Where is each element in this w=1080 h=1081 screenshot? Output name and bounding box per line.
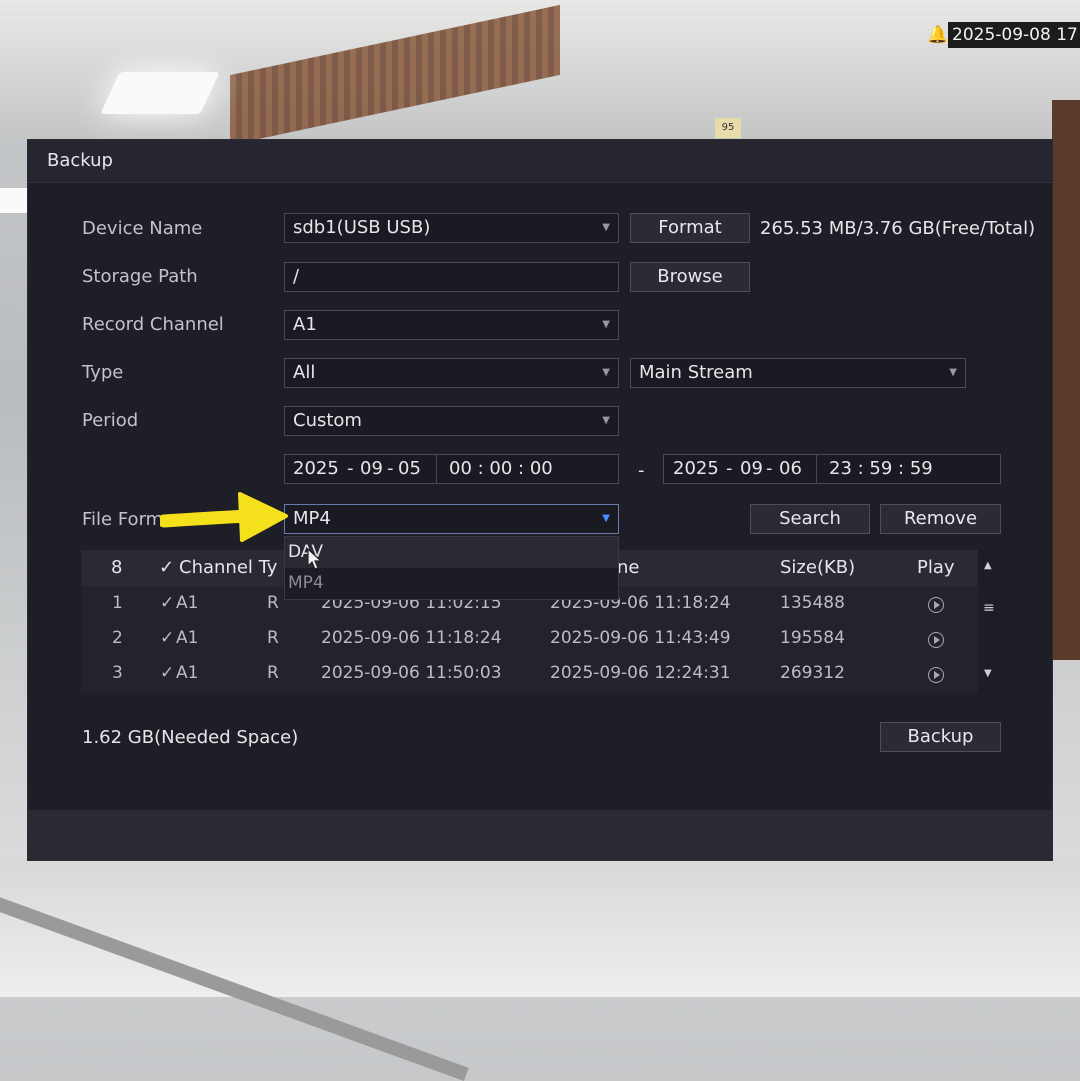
row-index: 3	[112, 663, 123, 683]
device-capacity: 265.53 MB/3.76 GB(Free/Total)	[760, 218, 1036, 239]
field-divider	[436, 455, 437, 483]
camera-feed-wall	[1052, 100, 1080, 660]
type-select[interactable]: All ▼	[284, 358, 619, 388]
table-row[interactable]: 2 ✓ A1 R 2025-09-06 11:18:24 2025-09-06 …	[81, 621, 978, 656]
stream-select[interactable]: Main Stream ▼	[630, 358, 966, 388]
date-separator: -	[347, 458, 354, 479]
header-end-time: ne	[617, 557, 640, 578]
period-select[interactable]: Custom ▼	[284, 406, 619, 436]
type-value: All	[293, 362, 316, 383]
file-format-option-mp4[interactable]: MP4	[285, 568, 618, 599]
row-checkbox[interactable]: ✓	[160, 663, 174, 683]
device-name-value: sdb1(USB USB)	[293, 217, 431, 238]
chevron-down-icon: ▼	[602, 319, 610, 330]
file-format-label: File Form	[82, 509, 164, 530]
needed-space: 1.62 GB(Needed Space)	[82, 727, 299, 748]
file-format-value: MP4	[293, 508, 331, 529]
play-icon[interactable]	[928, 597, 944, 613]
start-datetime-input[interactable]: 2025 - 09 - 05 00 : 00 : 00	[284, 454, 619, 484]
file-format-option-dav[interactable]: DAV	[285, 537, 618, 568]
dialog-title: Backup	[47, 150, 113, 171]
row-channel: A1	[176, 593, 199, 613]
period-range-separator: -	[638, 460, 645, 481]
row-end-time: 2025-09-06 12:24:31	[550, 663, 731, 683]
play-icon[interactable]	[928, 632, 944, 648]
start-month[interactable]: 09	[360, 455, 383, 483]
storage-path-value: /	[293, 266, 300, 287]
record-channel-value: A1	[293, 314, 317, 335]
row-channel: A1	[176, 663, 199, 683]
row-checkbox[interactable]: ✓	[160, 628, 174, 648]
end-month[interactable]: 09	[740, 455, 763, 483]
dialog-footer-bar	[28, 810, 1052, 860]
row-size: 269312	[780, 663, 845, 683]
file-format-select[interactable]: MP4 ▼	[284, 504, 619, 534]
bell-icon: 🔔	[927, 25, 949, 45]
row-type: R	[267, 628, 279, 648]
scroll-grip-icon[interactable]: ≡	[983, 600, 995, 616]
camera-feed-light	[0, 188, 30, 213]
format-button[interactable]: Format	[630, 213, 750, 243]
date-separator: -	[766, 458, 773, 479]
camera-feed-sign: 95	[715, 118, 741, 138]
table-scrollbar[interactable]: ▲ ≡ ▼	[978, 550, 1000, 693]
camera-feed-light	[100, 72, 220, 114]
header-play: Play	[917, 557, 955, 578]
dialog-title-bar: Backup	[28, 140, 1052, 183]
osd-datetime: 2025-09-08 17	[948, 22, 1080, 48]
period-value: Custom	[293, 410, 362, 431]
record-channel-select[interactable]: A1 ▼	[284, 310, 619, 340]
chevron-down-icon: ▼	[949, 367, 957, 378]
row-type: R	[267, 593, 279, 613]
type-label: Type	[82, 362, 124, 383]
row-type: R	[267, 663, 279, 683]
row-size: 195584	[780, 628, 845, 648]
storage-path-label: Storage Path	[82, 266, 198, 287]
browse-button[interactable]: Browse	[630, 262, 750, 292]
annotation-arrow-icon	[160, 492, 288, 542]
mouse-cursor-icon	[307, 548, 323, 570]
record-channel-label: Record Channel	[82, 314, 224, 335]
storage-path-input[interactable]: /	[284, 262, 619, 292]
device-name-select[interactable]: sdb1(USB USB) ▼	[284, 213, 619, 243]
end-datetime-input[interactable]: 2025 - 09 - 06 23 : 59 : 59	[663, 454, 1001, 484]
chevron-down-icon: ▼	[602, 367, 610, 378]
end-year[interactable]: 2025	[673, 455, 719, 483]
header-count: 8	[111, 557, 123, 578]
date-separator: -	[387, 458, 394, 479]
row-size: 135488	[780, 593, 845, 613]
stream-value: Main Stream	[639, 362, 753, 383]
row-checkbox[interactable]: ✓	[160, 593, 174, 613]
play-icon[interactable]	[928, 667, 944, 683]
end-day[interactable]: 06	[779, 455, 802, 483]
scroll-down-icon[interactable]: ▼	[984, 668, 992, 679]
row-start-time: 2025-09-06 11:50:03	[321, 663, 502, 683]
row-start-time: 2025-09-06 11:18:24	[321, 628, 502, 648]
search-button[interactable]: Search	[750, 504, 870, 534]
period-label: Period	[82, 410, 139, 431]
chevron-down-icon: ▼	[602, 222, 610, 233]
end-time[interactable]: 23 : 59 : 59	[829, 455, 933, 483]
field-divider	[816, 455, 817, 483]
date-separator: -	[726, 458, 733, 479]
row-channel: A1	[176, 628, 199, 648]
file-format-dropdown: DAV MP4	[284, 536, 619, 600]
remove-button[interactable]: Remove	[880, 504, 1001, 534]
header-select-all[interactable]: ✓	[159, 557, 174, 578]
header-size: Size(KB)	[780, 557, 856, 578]
start-year[interactable]: 2025	[293, 455, 339, 483]
row-index: 2	[112, 628, 123, 648]
start-day[interactable]: 05	[398, 455, 421, 483]
chevron-down-icon: ▼	[602, 415, 610, 426]
scroll-up-icon[interactable]: ▲	[984, 560, 992, 571]
camera-feed-floor	[0, 858, 1080, 997]
start-time[interactable]: 00 : 00 : 00	[449, 455, 553, 483]
chevron-down-icon: ▼	[602, 513, 610, 524]
row-end-time: 2025-09-06 11:43:49	[550, 628, 731, 648]
device-name-label: Device Name	[82, 218, 203, 239]
backup-button[interactable]: Backup	[880, 722, 1001, 752]
table-row[interactable]: 3 ✓ A1 R 2025-09-06 11:50:03 2025-09-06 …	[81, 656, 978, 691]
header-channel-type: Channel Ty	[179, 557, 278, 578]
row-index: 1	[112, 593, 123, 613]
